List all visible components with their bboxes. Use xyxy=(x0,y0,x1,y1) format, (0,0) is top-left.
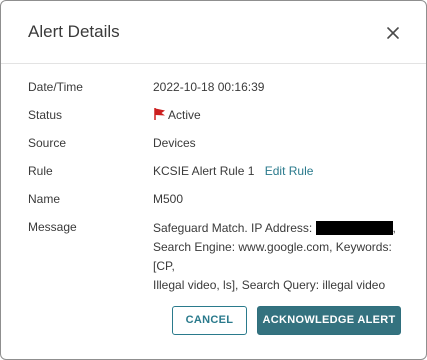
redacted-ip-block xyxy=(315,221,393,235)
message-value: Safeguard Match. IP Address: , Search En… xyxy=(153,219,398,295)
rule-value: KCSIE Alert Rule 1 xyxy=(153,164,255,178)
message-prefix: Safeguard Match. IP Address: xyxy=(153,221,316,235)
message-line-3: Illegal video, ls], Search Query: illega… xyxy=(153,278,386,292)
alert-details-dialog: Alert Details Date/Time 2022-10-18 00:16… xyxy=(0,0,427,360)
source-value: Devices xyxy=(153,136,196,150)
edit-rule-link[interactable]: Edit Rule xyxy=(265,164,314,178)
acknowledge-alert-button[interactable]: ACKNOWLEDGE ALERT xyxy=(257,306,401,335)
message-label: Message xyxy=(28,220,77,234)
cancel-button[interactable]: CANCEL xyxy=(172,306,247,335)
rule-value-container: KCSIE Alert Rule 1 Edit Rule xyxy=(153,163,313,179)
red-flag-icon xyxy=(153,107,167,125)
message-line-1: Safeguard Match. IP Address: , xyxy=(153,219,398,238)
name-value: M500 xyxy=(153,192,184,206)
dialog-header: Alert Details xyxy=(1,1,426,64)
source-label: Source xyxy=(28,136,67,150)
status-value-container: Active xyxy=(153,107,201,125)
message-line-2: Search Engine: www.google.com, Keywords:… xyxy=(153,240,392,273)
datetime-value: 2022-10-18 00:16:39 xyxy=(153,80,265,94)
message-suffix: , xyxy=(392,221,396,235)
status-value: Active xyxy=(168,108,201,122)
status-label: Status xyxy=(28,108,63,122)
close-icon[interactable] xyxy=(382,22,404,44)
dialog-title: Alert Details xyxy=(28,22,120,41)
datetime-label: Date/Time xyxy=(28,80,83,94)
name-label: Name xyxy=(28,192,61,206)
rule-label: Rule xyxy=(28,164,53,178)
